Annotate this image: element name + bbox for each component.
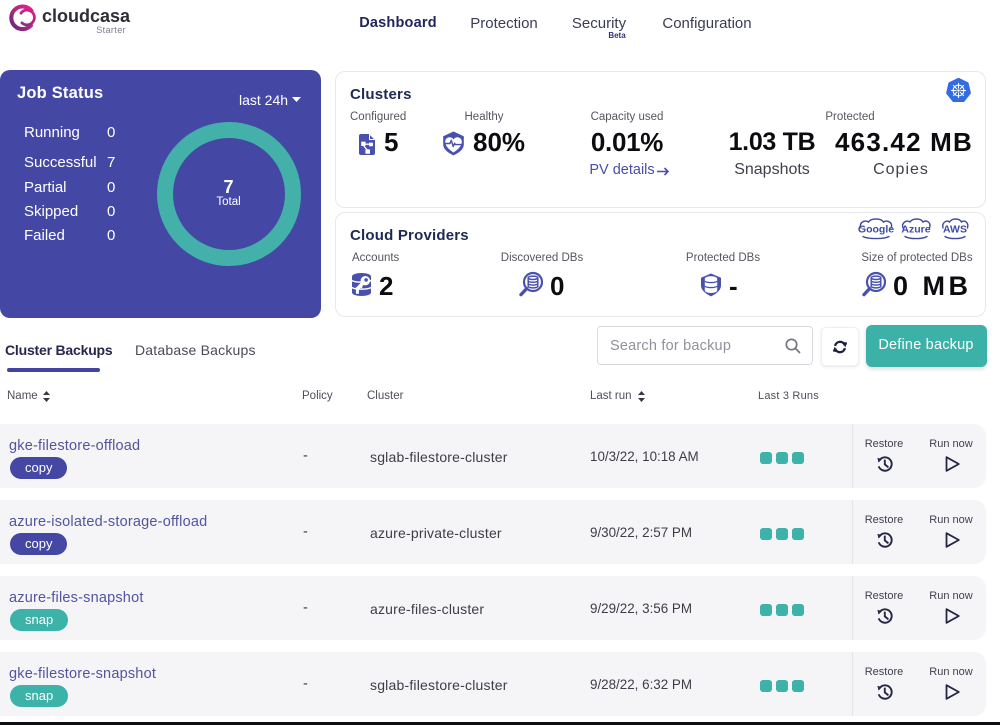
svg-text:Google: Google (858, 224, 894, 236)
svg-text:Azure: Azure (901, 224, 930, 236)
svg-text:AWS: AWS (943, 224, 967, 236)
